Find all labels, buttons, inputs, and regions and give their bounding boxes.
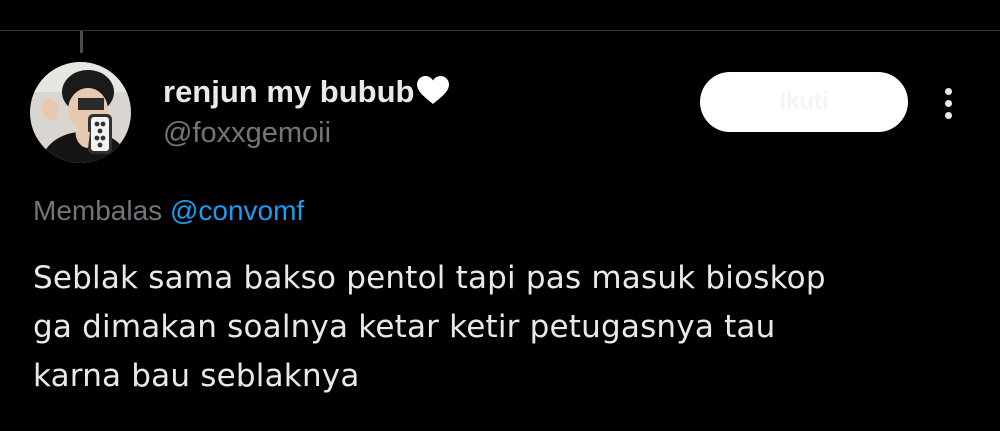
reply-prefix: Membalas	[33, 195, 163, 226]
more-vertical-icon[interactable]	[932, 82, 966, 124]
avatar[interactable]	[30, 62, 131, 163]
top-divider	[0, 30, 1000, 31]
avatar-photo	[30, 62, 131, 163]
display-name[interactable]: renjun my bubub	[163, 74, 450, 113]
white-heart-icon	[416, 75, 450, 113]
display-name-text: renjun my bubub	[163, 74, 415, 109]
reply-context: Membalas @convomf	[33, 194, 304, 228]
tweet-text: Seblak sama bakso pentol tapi pas masuk …	[33, 260, 826, 394]
user-handle[interactable]: @foxxgemoii	[163, 116, 331, 150]
follow-button[interactable]: Ikuti	[700, 72, 908, 132]
reply-mention-link[interactable]: @convomf	[170, 195, 304, 226]
thread-connector-line	[80, 31, 83, 53]
